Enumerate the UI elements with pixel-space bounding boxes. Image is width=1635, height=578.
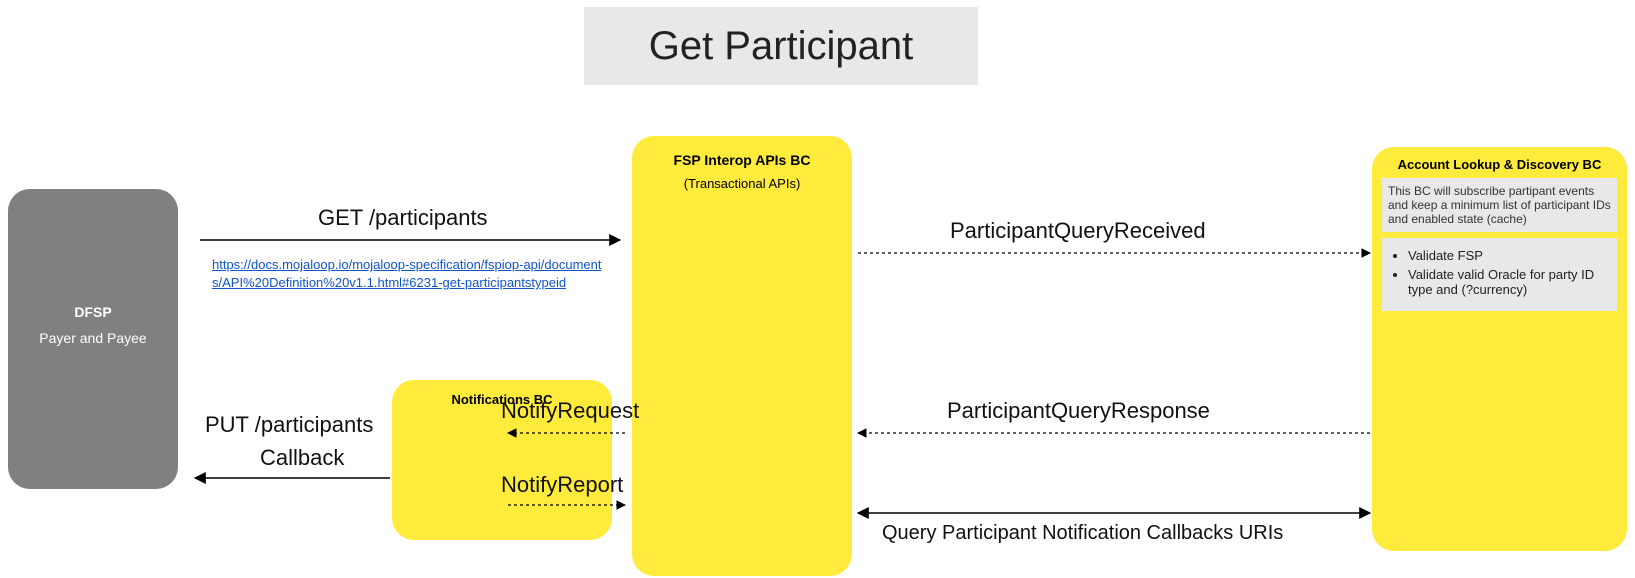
label-participant-query-received: ParticipantQueryReceived [950,218,1206,244]
ald-name: Account Lookup & Discovery BC [1382,157,1617,172]
node-dfsp: DFSP Payer and Payee [8,189,178,489]
label-participant-query-response: ParticipantQueryResponse [947,398,1210,424]
label-get-participants: GET /participants [318,205,488,231]
node-fsp-interop: FSP Interop APIs BC (Transactional APIs) [632,136,852,576]
diagram-title: Get Participant [584,7,978,85]
link-api-spec[interactable]: https://docs.mojaloop.io/mojaloop-specif… [212,256,602,292]
label-notify-request: NotifyRequest [501,398,639,424]
ald-bullet: Validate valid Oracle for party ID type … [1408,267,1607,297]
ald-bullet: Validate FSP [1408,248,1607,263]
label-callback: Callback [260,445,344,471]
diagram-canvas: Get Participant DFSP Payer and Payee FSP… [0,0,1635,578]
ald-bullets: Validate FSP Validate valid Oracle for p… [1382,238,1617,311]
fsp-sub: (Transactional APIs) [644,176,840,191]
label-put-participants: PUT /participants [205,412,373,438]
label-query-callbacks: Query Participant Notification Callbacks… [882,522,1283,545]
dfsp-name: DFSP [74,304,111,320]
ald-desc: This BC will subscribe partipant events … [1382,178,1617,232]
dfsp-sub: Payer and Payee [39,330,146,346]
fsp-name: FSP Interop APIs BC [644,152,840,168]
label-notify-report: NotifyReport [501,472,623,498]
node-account-lookup: Account Lookup & Discovery BC This BC wi… [1372,147,1627,551]
